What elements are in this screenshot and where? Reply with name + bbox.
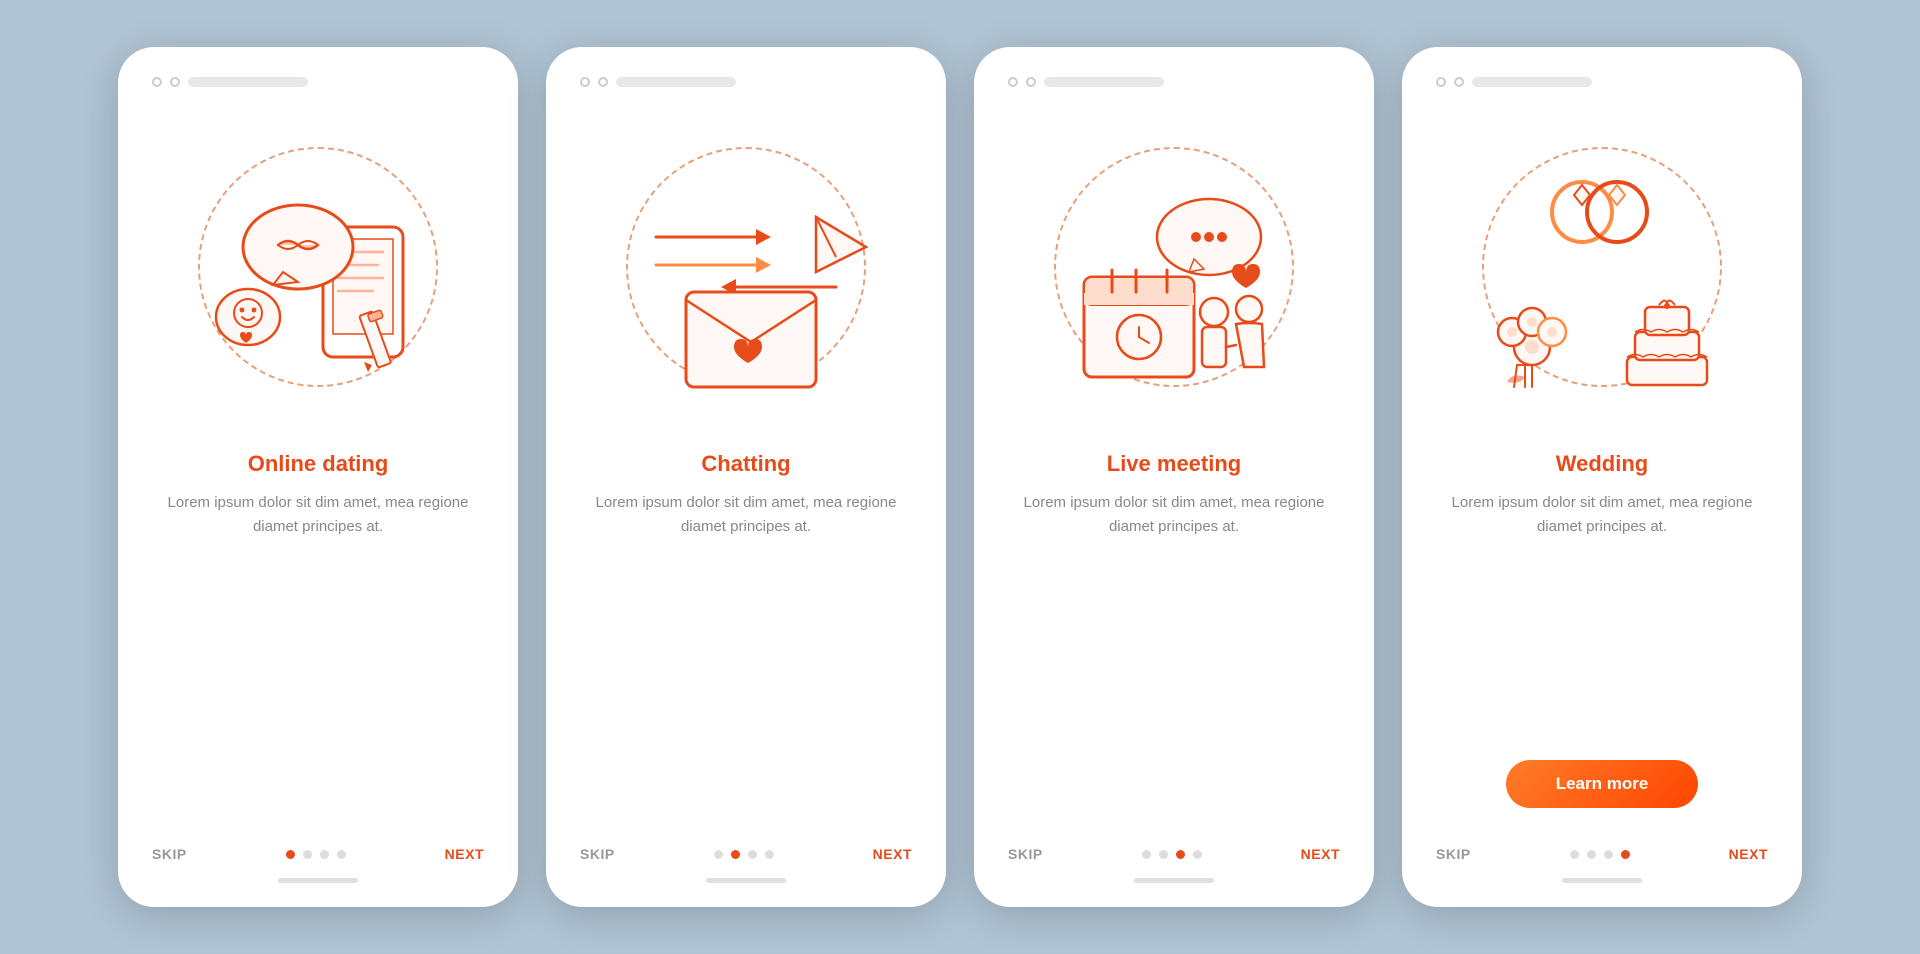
phone-card-wedding: Wedding Lorem ipsum dolor sit dim amet, … (1402, 47, 1802, 907)
dot-4 (1193, 850, 1202, 859)
phone-top-bar (146, 77, 308, 87)
dot-3 (748, 850, 757, 859)
wedding-svg (1452, 117, 1752, 417)
dot-2 (1159, 850, 1168, 859)
progress-dots (1570, 850, 1630, 859)
card-desc: Lorem ipsum dolor sit dim amet, mea regi… (574, 491, 918, 539)
bottom-nav: SKIP NEXT (1430, 846, 1774, 862)
status-dot (1026, 77, 1036, 87)
status-dot (1454, 77, 1464, 87)
card-title: Wedding (1556, 451, 1648, 477)
status-bar (188, 77, 308, 87)
chatting-svg (596, 117, 896, 417)
progress-dots (714, 850, 774, 859)
progress-dots (286, 850, 346, 859)
dot-4 (1621, 850, 1630, 859)
status-dot (598, 77, 608, 87)
skip-button[interactable]: SKIP (1436, 846, 1471, 862)
next-button[interactable]: NEXT (1301, 846, 1340, 862)
dot-4 (765, 850, 774, 859)
dot-2 (1587, 850, 1596, 859)
bottom-handle (706, 878, 786, 883)
card-desc: Lorem ipsum dolor sit dim amet, mea regi… (1430, 491, 1774, 539)
phone-card-chatting: Chatting Lorem ipsum dolor sit dim amet,… (546, 47, 946, 907)
dot-3 (1604, 850, 1613, 859)
online-dating-svg (168, 117, 468, 417)
bottom-nav: SKIP NEXT (574, 846, 918, 862)
phone-card-online-dating: Online dating Lorem ipsum dolor sit dim … (118, 47, 518, 907)
dot-1 (714, 850, 723, 859)
dot-1 (1142, 850, 1151, 859)
status-dot (1436, 77, 1446, 87)
phone-top-bar (1430, 77, 1592, 87)
status-dot (170, 77, 180, 87)
next-button[interactable]: NEXT (445, 846, 484, 862)
skip-button[interactable]: SKIP (1008, 846, 1043, 862)
screens-container: Online dating Lorem ipsum dolor sit dim … (118, 47, 1802, 907)
bottom-handle (278, 878, 358, 883)
card-title: Live meeting (1107, 451, 1241, 477)
dot-3 (1176, 850, 1185, 859)
dot-1 (286, 850, 295, 859)
card-title: Chatting (701, 451, 790, 477)
status-bar (1044, 77, 1164, 87)
skip-button[interactable]: SKIP (580, 846, 615, 862)
status-bar (616, 77, 736, 87)
status-bar (1472, 77, 1592, 87)
learn-more-button[interactable]: Learn more (1506, 760, 1699, 808)
illustration-live-meeting (1014, 107, 1334, 427)
status-dot (1008, 77, 1018, 87)
bottom-nav: SKIP NEXT (146, 846, 490, 862)
illustration-online-dating (158, 107, 478, 427)
phone-top-bar (574, 77, 736, 87)
live-meeting-svg (1024, 117, 1324, 417)
dot-2 (731, 850, 740, 859)
card-desc: Lorem ipsum dolor sit dim amet, mea regi… (1002, 491, 1346, 539)
illustration-chatting (586, 107, 906, 427)
dot-3 (320, 850, 329, 859)
card-desc: Lorem ipsum dolor sit dim amet, mea regi… (146, 491, 490, 539)
card-title: Online dating (248, 451, 389, 477)
dot-2 (303, 850, 312, 859)
phone-card-live-meeting: Live meeting Lorem ipsum dolor sit dim a… (974, 47, 1374, 907)
status-dot (152, 77, 162, 87)
illustration-wedding (1442, 107, 1762, 427)
bottom-nav: SKIP NEXT (1002, 846, 1346, 862)
dot-4 (337, 850, 346, 859)
phone-top-bar (1002, 77, 1164, 87)
status-dot (580, 77, 590, 87)
next-button[interactable]: NEXT (1729, 846, 1768, 862)
skip-button[interactable]: SKIP (152, 846, 187, 862)
next-button[interactable]: NEXT (873, 846, 912, 862)
bottom-handle (1134, 878, 1214, 883)
bottom-handle (1562, 878, 1642, 883)
progress-dots (1142, 850, 1202, 859)
dot-1 (1570, 850, 1579, 859)
